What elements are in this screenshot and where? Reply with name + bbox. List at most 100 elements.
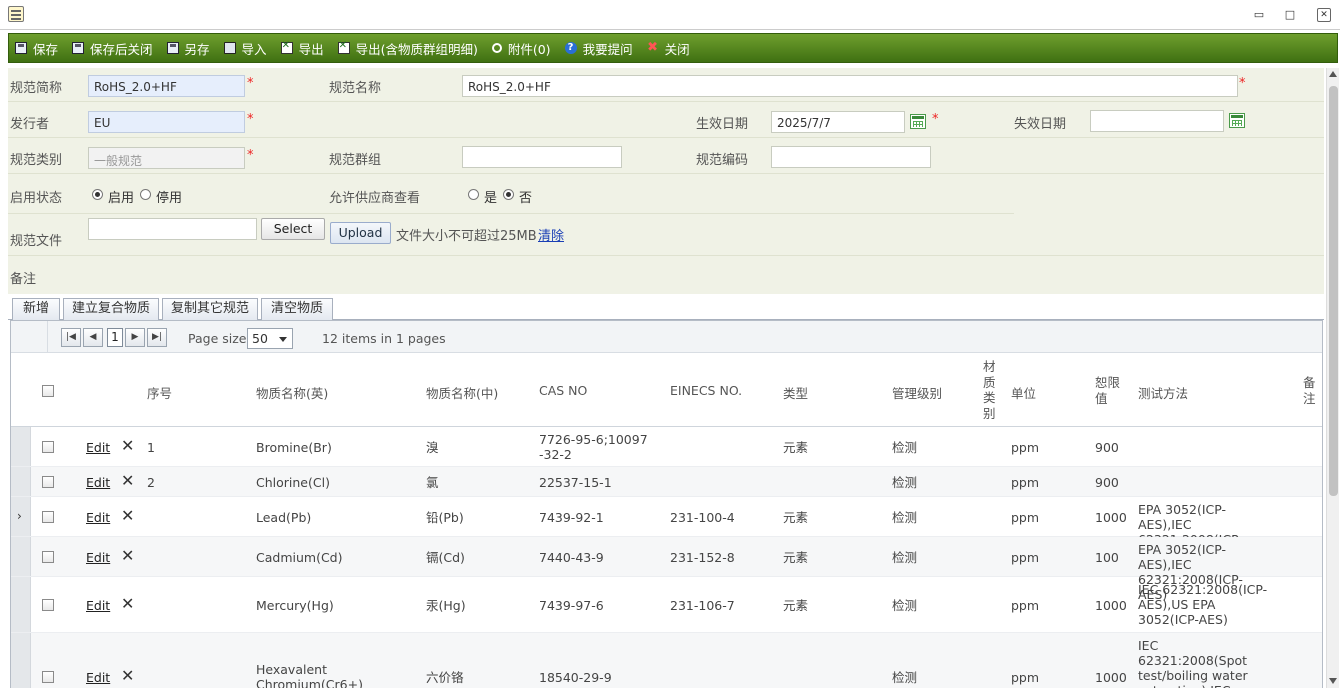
table-row[interactable]: › Edit ✕ Lead(Pb) 铅(Pb) 7439-92-1 231-10… bbox=[11, 497, 1322, 562]
tab-clear-substances[interactable]: 清空物质 bbox=[261, 298, 333, 320]
select-file-button[interactable]: Select bbox=[261, 218, 325, 240]
col-einecs[interactable]: EINECS NO. bbox=[670, 383, 742, 398]
col-level[interactable]: 管理级别 bbox=[892, 383, 942, 402]
page-number[interactable]: 1 bbox=[107, 328, 123, 347]
tab-create-compound[interactable]: 建立复合物质 bbox=[63, 298, 159, 320]
status-enabled-radio[interactable] bbox=[92, 189, 103, 200]
row-checkbox[interactable] bbox=[42, 476, 54, 488]
scroll-down-arrow-icon[interactable] bbox=[1329, 678, 1337, 684]
row-selector[interactable] bbox=[11, 537, 31, 576]
cell-name-en: Chlorine(Cl) bbox=[256, 475, 330, 490]
restore-icon[interactable]: ▭ bbox=[1252, 8, 1266, 22]
upload-button[interactable]: Upload bbox=[330, 222, 391, 244]
code-input[interactable] bbox=[771, 146, 931, 168]
row-checkbox[interactable] bbox=[42, 551, 54, 563]
excel-icon bbox=[280, 40, 293, 54]
calendar-icon[interactable] bbox=[910, 114, 926, 129]
issuer-input[interactable]: EU bbox=[88, 111, 245, 133]
import-button[interactable]: 导入 bbox=[223, 39, 267, 58]
delete-icon[interactable]: ✕ bbox=[121, 548, 134, 564]
col-limit[interactable]: 恕限值 bbox=[1095, 375, 1123, 407]
page-size-select[interactable]: 50 bbox=[247, 328, 293, 349]
group-input[interactable] bbox=[462, 146, 622, 168]
cell-cas: 7440-43-9 bbox=[539, 550, 604, 565]
row-checkbox[interactable] bbox=[42, 671, 54, 683]
table-row[interactable]: Edit ✕ Mercury(Hg) 汞(Hg) 7439-97-6 231-1… bbox=[11, 577, 1322, 633]
prev-page-icon[interactable]: ◀ bbox=[83, 328, 103, 347]
row-selector[interactable] bbox=[11, 633, 31, 688]
edit-link[interactable]: Edit bbox=[86, 475, 110, 490]
cell-unit: ppm bbox=[1011, 510, 1040, 525]
delete-icon[interactable]: ✕ bbox=[121, 438, 134, 454]
scrollbar-thumb[interactable] bbox=[1329, 86, 1338, 496]
delete-icon[interactable]: ✕ bbox=[121, 473, 134, 489]
cell-cas: 7439-97-6 bbox=[539, 598, 604, 613]
clear-file-link[interactable]: 清除 bbox=[538, 225, 564, 244]
save-as-button[interactable]: 另存 bbox=[166, 39, 210, 58]
row-selector[interactable] bbox=[11, 577, 31, 632]
effective-date-input[interactable]: 2025/7/7 bbox=[771, 111, 905, 133]
spec-name-input[interactable]: RoHS_2.0+HF bbox=[462, 75, 1238, 97]
last-page-icon[interactable]: ▶| bbox=[147, 328, 167, 347]
file-path-input[interactable] bbox=[88, 218, 257, 240]
attachment-button[interactable]: 附件(0) bbox=[491, 39, 551, 58]
cell-method: IEC 62321:2008(Spot test/boiling water e… bbox=[1138, 638, 1248, 688]
col-unit[interactable]: 单位 bbox=[1011, 383, 1036, 402]
tab-copy-spec[interactable]: 复制其它规范 bbox=[162, 298, 258, 320]
short-name-input[interactable]: RoHS_2.0+HF bbox=[88, 75, 245, 97]
close-icon: ✖ bbox=[647, 40, 659, 55]
row-checkbox[interactable] bbox=[42, 511, 54, 523]
col-name-cn[interactable]: 物质名称(中) bbox=[426, 383, 498, 402]
save-button[interactable]: 保存 bbox=[15, 39, 58, 58]
col-seq[interactable]: 序号 bbox=[147, 383, 172, 402]
export-button[interactable]: 导出 bbox=[280, 39, 324, 58]
status-disabled-radio[interactable] bbox=[140, 189, 151, 200]
row-checkbox[interactable] bbox=[42, 599, 54, 611]
col-method[interactable]: 测试方法 bbox=[1138, 383, 1188, 402]
edit-link[interactable]: Edit bbox=[86, 510, 110, 525]
expire-date-input[interactable] bbox=[1090, 110, 1224, 132]
edit-link[interactable]: Edit bbox=[86, 440, 110, 455]
select-all-checkbox[interactable] bbox=[42, 385, 54, 397]
supplier-yes-radio[interactable] bbox=[468, 189, 479, 200]
form-row-status: 启用状态 启用 停用 允许供应商查看 是 否 bbox=[8, 174, 1324, 214]
scroll-up-arrow-icon[interactable] bbox=[1329, 71, 1337, 77]
table-row[interactable]: Edit ✕ Hexavalent Chromium(Cr6+) 六价铬 185… bbox=[11, 633, 1322, 688]
ask-question-button[interactable]: ? 我要提问 bbox=[564, 39, 633, 58]
col-remark[interactable]: 备注 bbox=[1303, 375, 1317, 407]
maximize-icon[interactable]: □ bbox=[1283, 8, 1297, 22]
form-row-name: 规范简称 RoHS_2.0+HF * 规范名称 RoHS_2.0+HF * bbox=[8, 68, 1324, 102]
calendar-icon[interactable] bbox=[1229, 113, 1245, 128]
supplier-no-label: 否 bbox=[519, 191, 533, 206]
table-row[interactable]: Edit ✕ Cadmium(Cd) 镉(Cd) 7440-43-9 231-1… bbox=[11, 537, 1322, 602]
file-size-hint: 文件大小不可超过25MB bbox=[396, 229, 537, 244]
table-row[interactable]: Edit ✕ 2 Chlorine(Cl) 氯 22537-15-1 检测 pp… bbox=[11, 467, 1322, 497]
edit-link[interactable]: Edit bbox=[86, 598, 110, 613]
category-select[interactable]: 一般规范 bbox=[88, 147, 245, 169]
edit-link[interactable]: Edit bbox=[86, 550, 110, 565]
supplier-no-radio[interactable] bbox=[503, 189, 514, 200]
vertical-scrollbar[interactable] bbox=[1326, 68, 1339, 688]
delete-icon[interactable]: ✕ bbox=[121, 508, 134, 524]
table-row[interactable]: Edit ✕ 1 Bromine(Br) 溴 7726-95-6;10097-3… bbox=[11, 427, 1322, 467]
export-detail-button[interactable]: 导出(含物质群组明细) bbox=[337, 39, 478, 58]
col-type[interactable]: 类型 bbox=[783, 383, 808, 402]
tab-add[interactable]: 新增 bbox=[12, 298, 60, 320]
col-cas[interactable]: CAS NO bbox=[539, 383, 587, 398]
col-name-en[interactable]: 物质名称(英) bbox=[256, 383, 328, 402]
row-selector[interactable]: › bbox=[11, 497, 31, 536]
delete-icon[interactable]: ✕ bbox=[121, 668, 134, 684]
cell-name-en: Bromine(Br) bbox=[256, 440, 332, 455]
row-checkbox[interactable] bbox=[42, 441, 54, 453]
row-selector[interactable] bbox=[11, 427, 31, 466]
first-page-icon[interactable]: |◀ bbox=[61, 328, 81, 347]
col-material[interactable]: 材质类别 bbox=[983, 359, 997, 421]
next-page-icon[interactable]: ▶ bbox=[125, 328, 145, 347]
save-close-button[interactable]: 保存后关闭 bbox=[72, 39, 153, 58]
close-window-icon[interactable]: ✕ bbox=[1317, 8, 1331, 22]
row-selector[interactable] bbox=[11, 467, 31, 496]
edit-link[interactable]: Edit bbox=[86, 670, 110, 685]
cell-cas: 7726-95-6;10097-32-2 bbox=[539, 432, 648, 462]
close-button[interactable]: ✖ 关闭 bbox=[647, 39, 689, 58]
delete-icon[interactable]: ✕ bbox=[121, 596, 134, 612]
